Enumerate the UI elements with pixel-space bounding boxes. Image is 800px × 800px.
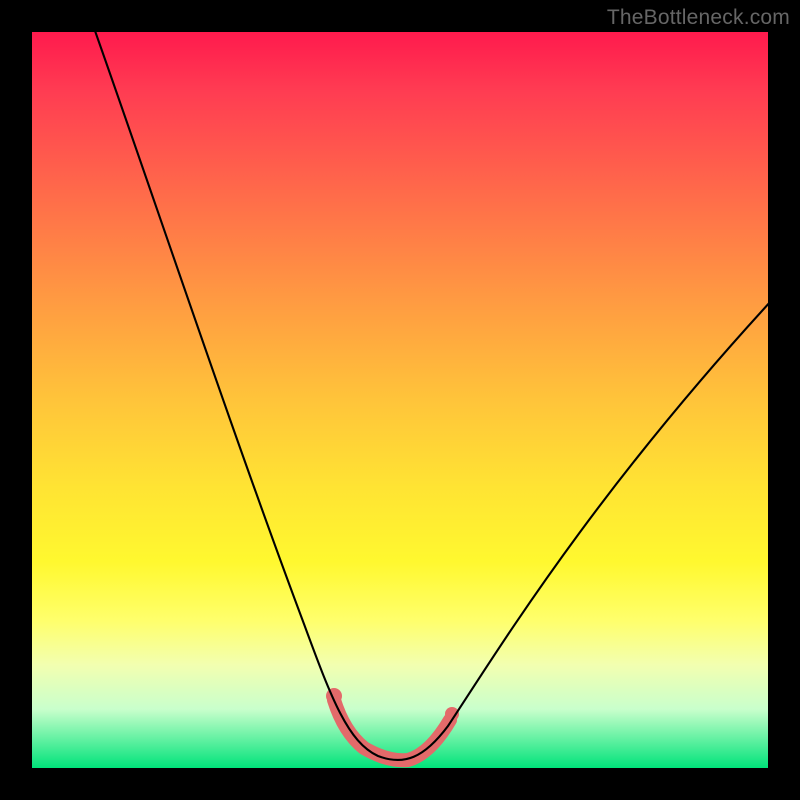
plot-area [32,32,768,768]
watermark-text: TheBottleneck.com [607,6,790,30]
chart-stage: TheBottleneck.com [0,0,800,800]
curve-layer [32,32,768,768]
bottleneck-curve [94,32,768,760]
